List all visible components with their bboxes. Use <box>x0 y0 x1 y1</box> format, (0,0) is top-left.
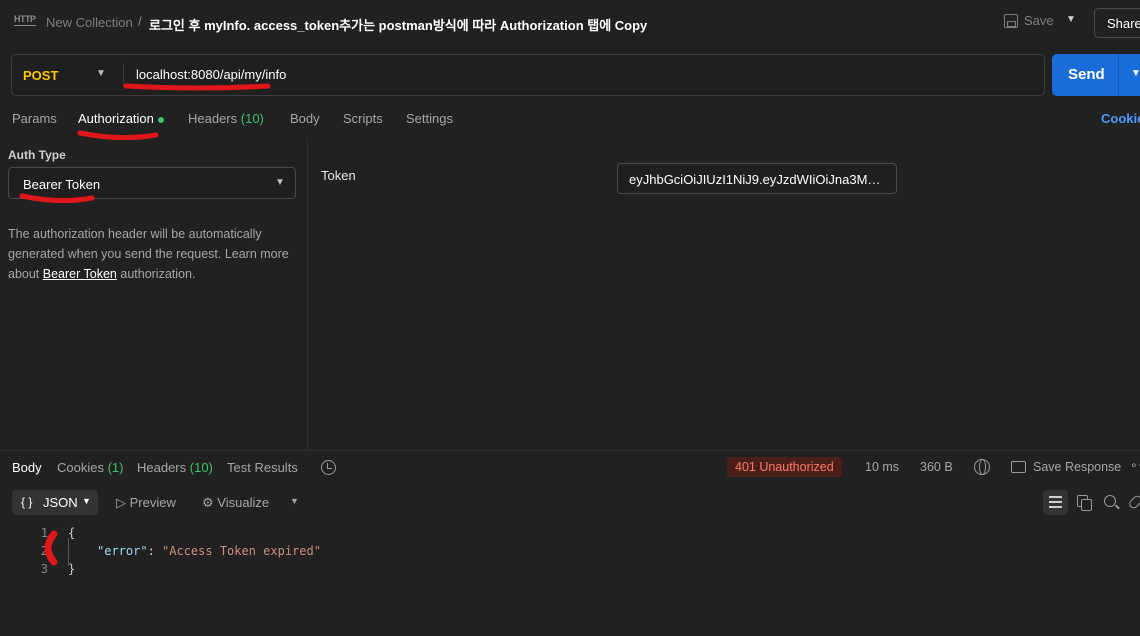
send-options-chevron-icon[interactable]: ▼ <box>1131 68 1140 79</box>
code-line: { <box>68 526 76 540</box>
response-time[interactable]: 10 ms <box>865 460 899 474</box>
auth-type-panel: Auth Type Bearer Token ▼ The authorizati… <box>0 138 308 450</box>
tab-body[interactable]: Body <box>290 111 320 126</box>
format-select[interactable]: { } JSON ▼ <box>12 490 98 515</box>
braces-icon: { } <box>21 495 33 509</box>
method-select[interactable]: POST <box>23 68 58 83</box>
token-label: Token <box>321 168 356 183</box>
wrap-lines-button[interactable] <box>1043 490 1068 515</box>
code-line: } <box>68 562 76 576</box>
status-badge[interactable]: 401 Unauthorized <box>727 457 842 477</box>
save-icon <box>1004 13 1018 28</box>
preview-button[interactable]: ▷ Preview <box>116 495 176 511</box>
url-input[interactable]: localhost:8080/api/my/info <box>136 67 286 82</box>
top-bar: HTTP New Collection / 로그인 후 myInfo. acce… <box>0 0 1140 44</box>
resp-tab-headers[interactable]: Headers (10) <box>137 460 213 475</box>
save-response-button[interactable]: Save Response <box>1033 460 1121 474</box>
breadcrumb-collection[interactable]: New Collection <box>46 15 133 30</box>
line-number: 3 <box>40 562 48 576</box>
breadcrumb-separator: / <box>138 14 142 29</box>
send-label: Send <box>1068 66 1105 83</box>
request-url-bar: POST ▼ localhost:8080/api/my/info <box>11 54 1045 96</box>
request-name[interactable]: 로그인 후 myInfo. access_token추가는 postman방식에… <box>149 15 647 34</box>
tab-headers[interactable]: Headers (10) <box>188 111 264 126</box>
divider <box>123 63 124 87</box>
copy-icon[interactable] <box>1077 495 1092 511</box>
response-tabs: Body Cookies (1) Headers (10) Test Resul… <box>0 458 1140 480</box>
send-button[interactable]: Send ▼ <box>1052 54 1140 96</box>
http-icon: HTTP <box>14 14 36 26</box>
tab-authorization[interactable]: Authorization <box>78 111 164 126</box>
auth-type-value: Bearer Token <box>23 177 101 192</box>
link-icon[interactable] <box>1127 493 1140 511</box>
cookies-link[interactable]: Cookie <box>1101 111 1140 126</box>
wrap-icon <box>1049 496 1062 498</box>
visualize-button[interactable]: ⚙ Visualize <box>202 495 269 511</box>
divider <box>1118 54 1119 96</box>
response-format-bar: { } JSON ▼ ▷ Preview ⚙ Visualize ▼ <box>0 490 1140 516</box>
code-line: "error": "Access Token expired" <box>97 544 321 558</box>
resp-tab-body[interactable]: Body <box>12 460 42 475</box>
response-body[interactable]: 1 2 3 { "error": "Access Token expired" … <box>0 522 1140 582</box>
chevron-down-icon: ▼ <box>275 177 285 188</box>
indent-guide <box>68 538 69 566</box>
search-icon[interactable] <box>1104 495 1116 507</box>
chevron-down-icon[interactable]: ▼ <box>290 496 299 506</box>
annotation-underline-auth-tab <box>77 130 159 141</box>
auth-help-text: The authorization header will be automat… <box>8 227 289 281</box>
resp-tab-cookies[interactable]: Cookies (1) <box>57 460 123 475</box>
line-number: 1 <box>40 526 48 540</box>
format-label: JSON <box>43 495 78 510</box>
response-size[interactable]: 360 B <box>920 460 953 474</box>
request-tabs: Params Authorization Headers (10) Body S… <box>0 108 1140 132</box>
token-input[interactable]: eyJhbGciOiJIUzI1NiJ9.eyJzdWIiOiJna3M5M..… <box>617 163 897 194</box>
share-button[interactable]: Share <box>1094 8 1140 38</box>
more-options-icon[interactable]: ∘∘ <box>1130 458 1140 472</box>
tab-scripts[interactable]: Scripts <box>343 111 383 126</box>
bearer-token-link[interactable]: Bearer Token <box>43 267 117 281</box>
save-response-icon <box>1011 461 1026 473</box>
save-label: Save <box>1024 13 1054 28</box>
line-number: 2 <box>40 544 48 558</box>
save-chevron-down-icon[interactable]: ▼ <box>1066 14 1076 25</box>
tab-settings[interactable]: Settings <box>406 111 453 126</box>
active-dot-icon <box>157 116 164 123</box>
chevron-down-icon: ▼ <box>82 496 91 506</box>
divider <box>0 450 1140 451</box>
auth-type-select[interactable]: Bearer Token ▼ <box>8 167 296 199</box>
globe-icon[interactable] <box>974 459 990 475</box>
tab-params[interactable]: Params <box>12 111 57 126</box>
chevron-down-icon[interactable]: ▼ <box>96 68 106 79</box>
token-value: eyJhbGciOiJIUzI1NiJ9.eyJzdWIiOiJna3M5M..… <box>629 172 887 187</box>
auth-type-label: Auth Type <box>8 148 66 162</box>
save-button[interactable]: Save <box>1004 13 1054 28</box>
resp-tab-test-results[interactable]: Test Results <box>227 460 298 475</box>
history-icon[interactable] <box>321 460 336 475</box>
